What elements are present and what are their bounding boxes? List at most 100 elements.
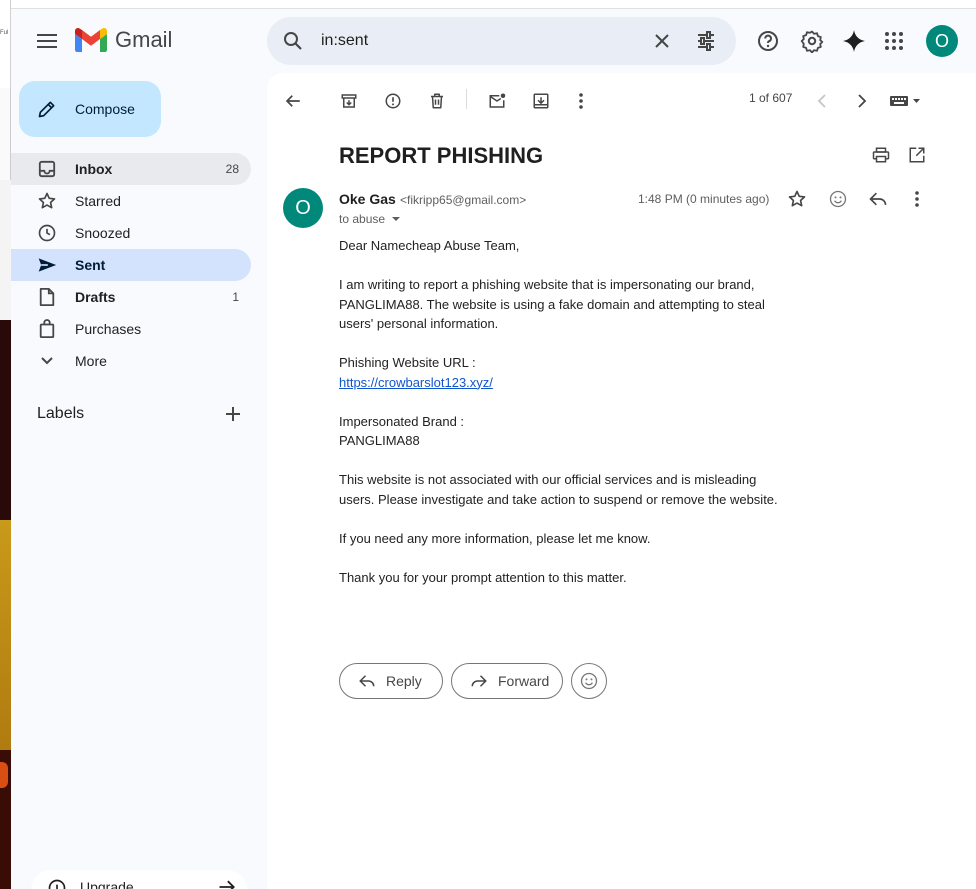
chevron-down-icon <box>41 357 53 365</box>
search-input[interactable] <box>321 29 621 53</box>
recipient-details[interactable]: to abuse <box>339 212 404 226</box>
search-bar <box>267 17 736 65</box>
input-tools-button[interactable] <box>885 85 925 117</box>
shopping-bag-icon <box>39 319 55 338</box>
upgrade-button[interactable]: Upgrade <box>31 870 247 889</box>
print-icon <box>872 147 890 163</box>
sidebar-item-snoozed[interactable]: Snoozed <box>11 217 251 249</box>
recipient-text: to abuse <box>339 212 386 226</box>
more-vert-icon <box>579 93 583 109</box>
sidebar-item-label: Snoozed <box>75 225 131 241</box>
inbox-icon <box>38 160 56 178</box>
close-icon[interactable] <box>650 29 674 53</box>
url-block: Phishing Website URL : https://crowbarsl… <box>339 353 779 392</box>
emoji-reaction-button[interactable] <box>571 663 607 699</box>
clock-icon <box>38 224 56 242</box>
report-spam-button[interactable] <box>377 85 409 117</box>
mark-unread-icon <box>489 93 506 108</box>
compose-label: Compose <box>75 101 135 117</box>
sidebar-item-more[interactable]: More <box>11 345 251 377</box>
reply-icon <box>869 192 887 206</box>
caret-down-icon <box>392 217 401 221</box>
account-avatar[interactable]: O <box>926 25 958 57</box>
gmail-m-icon <box>75 28 107 52</box>
print-button[interactable] <box>865 139 897 171</box>
plus-icon[interactable] <box>222 403 244 425</box>
keyboard-icon <box>890 96 920 106</box>
labels-heading: Labels <box>37 405 85 422</box>
email-greeting: Dear Namecheap Abuse Team, <box>339 238 520 253</box>
star-button[interactable] <box>781 183 813 215</box>
open-new-window-button[interactable] <box>901 139 933 171</box>
desktop-background: Ful <box>0 0 11 889</box>
search-icon[interactable] <box>281 29 305 53</box>
main-menu-button[interactable] <box>31 25 63 57</box>
sidebar-item-starred[interactable]: Starred <box>11 185 251 217</box>
upgrade-info-icon <box>48 879 66 889</box>
send-icon <box>38 258 57 272</box>
sender-avatar[interactable]: O <box>283 188 323 228</box>
newer-button[interactable] <box>806 85 838 117</box>
phishing-url-link[interactable]: https://crowbarslot123.xyz/ <box>339 375 493 390</box>
mark-unread-button[interactable] <box>481 85 513 117</box>
sidebar-item-label: More <box>75 353 107 369</box>
chevron-right-icon <box>858 94 867 108</box>
email-paragraph: If you need any more information, please… <box>339 530 651 546</box>
compose-button[interactable]: Compose <box>19 81 161 137</box>
gemini-button[interactable] <box>838 25 870 57</box>
email-closing: Thank you for your prompt attention to t… <box>339 569 627 585</box>
app-header: Gmail O <box>11 9 976 73</box>
emoji-icon <box>829 190 847 208</box>
sidebar-item-sent[interactable]: Sent <box>11 249 251 281</box>
reply-icon <box>359 675 375 687</box>
emoji-icon <box>580 672 598 690</box>
toolbar-divider <box>466 89 467 109</box>
pencil-icon <box>38 101 55 118</box>
sidebar-item-purchases[interactable]: Purchases <box>11 313 251 345</box>
search-options-icon[interactable] <box>694 29 718 53</box>
app-name: Gmail <box>115 27 173 52</box>
trash-icon <box>431 93 443 109</box>
sender-email: <fikripp65@gmail.com> <box>400 193 527 207</box>
move-to-button[interactable] <box>525 85 557 117</box>
window-top-edge <box>11 0 976 9</box>
gmail-logo[interactable]: Gmail <box>75 27 172 53</box>
sidebar-item-drafts[interactable]: Drafts 1 <box>11 281 251 313</box>
sidebar-item-label: Drafts <box>75 289 116 305</box>
url-label: Phishing Website URL : <box>339 355 476 370</box>
apps-button[interactable] <box>878 25 910 57</box>
star-outline-icon <box>788 190 806 207</box>
reply-label: Reply <box>386 673 422 689</box>
pagination-text: 1 of 607 <box>749 91 793 105</box>
report-icon <box>385 93 401 109</box>
chevron-left-icon <box>817 94 826 108</box>
forward-button[interactable]: Forward <box>451 663 563 699</box>
archive-button[interactable] <box>333 85 365 117</box>
arrow-left-icon <box>285 95 300 107</box>
open-in-new-icon <box>909 147 925 163</box>
message-more-button[interactable] <box>901 183 933 215</box>
reply-icon-button[interactable] <box>862 183 894 215</box>
forward-icon <box>471 675 487 687</box>
add-reaction-button[interactable] <box>822 183 854 215</box>
archive-icon <box>341 94 357 108</box>
sidebar-item-inbox[interactable]: Inbox 28 <box>11 153 251 185</box>
email-timestamp: 1:48 PM (0 minutes ago) <box>638 192 770 206</box>
sender-name[interactable]: Oke Gas <box>339 191 396 207</box>
sidebar-item-label: Sent <box>75 257 106 273</box>
settings-button[interactable] <box>796 25 828 57</box>
more-options-button[interactable] <box>565 85 597 117</box>
unread-count: 28 <box>225 162 239 176</box>
support-button[interactable] <box>752 25 784 57</box>
draft-count: 1 <box>232 290 239 304</box>
email-view: 1 of 607 REPORT PHISHING O Oke Gas <fikr… <box>267 73 976 889</box>
delete-button[interactable] <box>421 85 453 117</box>
older-button[interactable] <box>846 85 878 117</box>
email-paragraph: This website is not associated with our … <box>339 472 778 507</box>
forward-label: Forward <box>498 673 550 689</box>
back-button[interactable] <box>277 85 309 117</box>
sidebar-item-label: Purchases <box>75 321 142 337</box>
reply-button[interactable]: Reply <box>339 663 443 699</box>
email-subject: REPORT PHISHING <box>339 143 544 168</box>
arrow-right-icon <box>219 880 235 889</box>
